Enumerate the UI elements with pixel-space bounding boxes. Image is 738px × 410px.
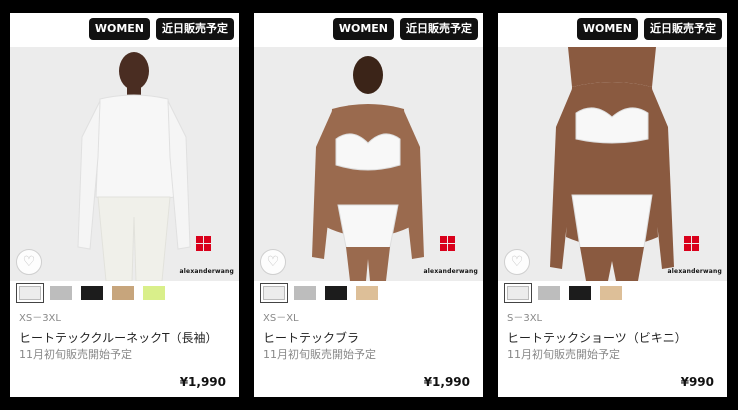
product-name[interactable]: ヒートテックショーツ（ビキニ） xyxy=(507,329,687,346)
color-swatch[interactable] xyxy=(112,286,134,300)
color-swatch[interactable] xyxy=(16,283,44,303)
size-range: XS－XL xyxy=(263,313,299,324)
status-badge: 近日販売予定 xyxy=(156,18,234,40)
status-badge: 近日販売予定 xyxy=(644,18,722,40)
color-swatches xyxy=(504,283,622,303)
badges: WOMEN 近日販売予定 xyxy=(332,18,478,40)
favorite-heart-icon[interactable]: ♡ xyxy=(16,249,42,275)
gender-badge: WOMEN xyxy=(332,18,394,40)
color-swatches xyxy=(16,283,165,303)
status-badge: 近日販売予定 xyxy=(400,18,478,40)
color-swatch[interactable] xyxy=(600,286,622,300)
release-note: 11月初旬販売開始予定 xyxy=(507,348,620,361)
product-image[interactable]: alexanderwang ♡ xyxy=(254,47,483,281)
brand-logo: alexanderwang xyxy=(179,268,234,275)
color-swatch[interactable] xyxy=(260,283,288,303)
brand-logo: alexanderwang xyxy=(423,268,478,275)
product-image[interactable]: alexanderwang ♡ xyxy=(498,47,727,281)
release-note: 11月初旬販売開始予定 xyxy=(19,348,132,361)
color-swatches xyxy=(260,283,378,303)
favorite-heart-icon[interactable]: ♡ xyxy=(260,249,286,275)
release-note: 11月初旬販売開始予定 xyxy=(263,348,376,361)
color-swatch[interactable] xyxy=(538,286,560,300)
price: ¥1,990 xyxy=(179,375,226,389)
color-swatch[interactable] xyxy=(325,286,347,300)
uniqlo-logo xyxy=(684,236,699,251)
product-card[interactable]: WOMEN 近日販売予定 alexanderwang ♡ XS－3XL ヒートテ… xyxy=(10,13,239,397)
color-swatch[interactable] xyxy=(143,286,165,300)
product-name[interactable]: ヒートテッククルーネックT（長袖） xyxy=(19,329,218,346)
size-range: S－3XL xyxy=(507,313,543,324)
color-swatch[interactable] xyxy=(294,286,316,300)
color-swatch[interactable] xyxy=(81,286,103,300)
product-card[interactable]: WOMEN 近日販売予定 alexanderwang ♡ S－3XL ヒートテッ… xyxy=(498,13,727,397)
product-image[interactable]: alexanderwang ♡ xyxy=(10,47,239,281)
color-swatch[interactable] xyxy=(504,283,532,303)
price: ¥990 xyxy=(680,375,714,389)
badges: WOMEN 近日販売予定 xyxy=(576,18,722,40)
size-range: XS－3XL xyxy=(19,313,61,324)
badges: WOMEN 近日販売予定 xyxy=(88,18,234,40)
uniqlo-logo xyxy=(440,236,455,251)
color-swatch[interactable] xyxy=(356,286,378,300)
color-swatch[interactable] xyxy=(50,286,72,300)
gender-badge: WOMEN xyxy=(88,18,150,40)
uniqlo-logo xyxy=(196,236,211,251)
color-swatch[interactable] xyxy=(569,286,591,300)
price: ¥1,990 xyxy=(423,375,470,389)
product-name[interactable]: ヒートテックブラ xyxy=(263,329,359,346)
product-card[interactable]: WOMEN 近日販売予定 alexanderwang ♡ XS－XL ヒートテッ… xyxy=(254,13,483,397)
favorite-heart-icon[interactable]: ♡ xyxy=(504,249,530,275)
brand-logo: alexanderwang xyxy=(667,268,722,275)
gender-badge: WOMEN xyxy=(576,18,638,40)
